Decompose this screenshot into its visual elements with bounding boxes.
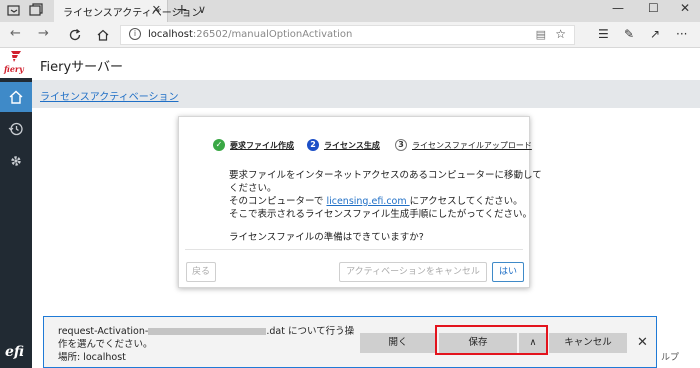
instruction-line-1: 要求ファイルをインターネットアクセスのあるコンピューターに移動して [229,170,542,181]
history-icon [8,122,23,136]
fiery-flame-icon [11,51,21,62]
yes-button[interactable]: はい [492,262,524,282]
download-message-line-2: 作を選んでください。 [58,339,153,350]
reading-view-icon[interactable]: ▤ [536,28,546,41]
step-done-check-icon: ✓ [213,139,225,151]
maximize-button[interactable]: ☐ [648,1,659,15]
sidebar-item-history[interactable] [0,114,32,144]
share-icon[interactable]: ↗ [650,27,660,41]
home-icon[interactable] [96,28,110,42]
refresh-icon[interactable] [68,28,82,42]
gear-icon [11,156,21,166]
breadcrumb: ライセンスアクティベーション [32,80,700,108]
step-2-number: 2 [307,139,319,151]
favorite-star-icon[interactable]: ☆ [555,27,566,41]
instruction-line-3: そのコンピューターで licensing.efi.com にアクセスしてください… [229,196,523,207]
set-aside-tabs-icon[interactable] [6,3,22,19]
active-tab[interactable]: ライセンスアクティベーション ✕ [54,0,202,22]
open-button[interactable]: 開く [360,333,436,353]
close-window-button[interactable]: ✕ [680,1,690,15]
download-bar: request-Activation- .dat について行う操 作を選んでくださ… [43,316,657,368]
url-text: localhost:26502/manualOptionActivation [148,29,353,40]
step-3-number: 3 [395,139,407,151]
new-tab-button[interactable]: + [176,2,188,18]
efi-logo: efi [5,344,25,360]
help-text-partial: ルプ [661,353,680,363]
cancel-download-button[interactable]: キャンセル [549,333,627,353]
redacted-filename [148,328,267,335]
minimize-button[interactable]: — [612,1,624,15]
breadcrumb-link[interactable]: ライセンスアクティベーション [40,88,179,103]
instruction-line-2: ください。 [229,183,277,194]
license-activation-dialog: ✓ 要求ファイル作成 2 ライセンス生成 3 ライセンスファイルアップロード 要… [178,116,542,288]
show-tabs-icon[interactable] [28,3,44,19]
back-arrow-icon[interactable]: ← [10,26,21,41]
step-3-label: ライセンスファイルアップロード [412,141,532,150]
download-message-line-1: request-Activation- .dat について行う操 [58,326,355,337]
page-title: Fieryサーバー [40,60,124,75]
home-icon [9,90,23,104]
cancel-activation-button[interactable]: アクティベーションをキャンセル [339,262,487,282]
ready-question: ライセンスファイルの準備はできていますか? [229,232,424,243]
tab-list-chevron-icon[interactable]: ∨ [198,3,206,16]
pen-icon[interactable]: ✎ [624,27,634,41]
favorites-list-icon[interactable]: ☰ [598,27,609,41]
browser-nav-bar: ← → i localhost:26502/manualOptionActiva… [0,22,700,48]
instruction-line-4: そこで表示されるライセンスファイル生成手順にしたがってください。 [229,209,533,220]
close-download-bar-icon[interactable]: ✕ [637,335,648,350]
back-button[interactable]: 戻る [186,262,216,282]
tab-close-icon[interactable]: ✕ [152,3,161,16]
download-location: 場所: localhost [58,352,126,363]
site-info-icon[interactable]: i [129,28,141,40]
more-menu-icon[interactable]: ··· [676,27,687,41]
forward-arrow-icon[interactable]: → [38,26,49,41]
address-bar[interactable]: i localhost:26502/manualOptionActivation… [120,25,575,45]
step-2-label: ライセンス生成 [324,141,380,150]
sidebar-item-settings[interactable] [0,146,32,176]
dialog-divider [185,249,523,250]
sidebar-item-home[interactable] [0,82,32,112]
step-1-label: 要求ファイル作成 [230,141,294,150]
browser-tab-bar: ライセンスアクティベーション ✕ + ∨ — ☐ ✕ [0,0,700,22]
save-highlight-box [435,325,548,355]
fiery-logo: fiery [0,48,32,78]
fiery-logo-text: fiery [4,64,24,74]
